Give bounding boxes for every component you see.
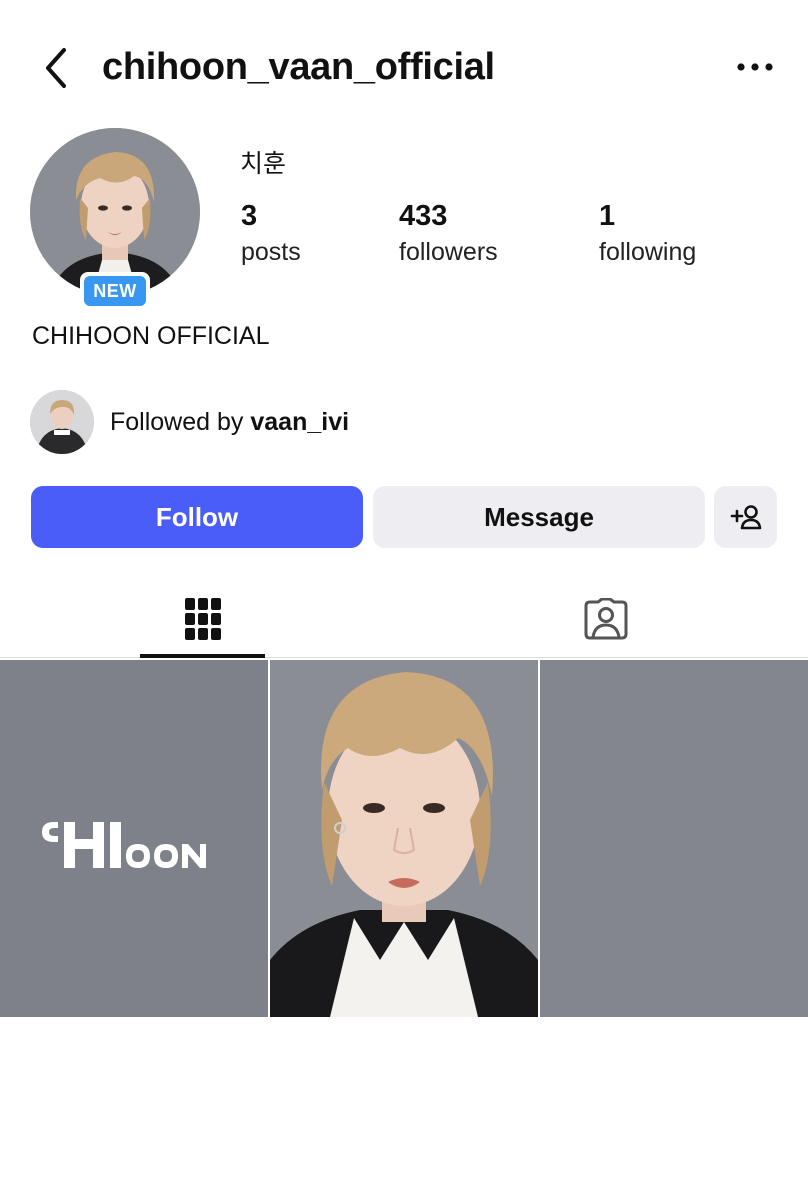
tab-posts-grid[interactable] xyxy=(140,580,265,658)
chihoon-logo xyxy=(42,822,206,868)
more-horizontal-icon xyxy=(737,63,773,71)
stat-value: 1 xyxy=(599,200,616,232)
new-badge-label: NEW xyxy=(84,276,146,306)
post-thumbnail[interactable] xyxy=(540,660,808,1017)
active-tab-indicator xyxy=(140,654,265,658)
profile-username: chihoon_vaan_official xyxy=(102,46,495,88)
follower-photo xyxy=(30,390,94,454)
posts-grid xyxy=(0,660,808,1017)
display-name: 치훈 xyxy=(240,150,287,178)
post-thumbnail[interactable] xyxy=(270,660,538,1017)
stat-followers[interactable]: 433 followers xyxy=(399,200,498,272)
stat-posts[interactable]: 3 posts xyxy=(241,200,301,272)
stat-value: 3 xyxy=(241,200,258,232)
stat-following[interactable]: 1 following xyxy=(599,200,696,272)
portrait-photo xyxy=(270,660,538,1017)
profile-tabs xyxy=(0,580,808,658)
avatar xyxy=(30,128,200,296)
tab-tagged[interactable] xyxy=(543,580,668,658)
profile-bio: CHIHOON OFFICIAL xyxy=(32,322,270,350)
followed-by-prefix: Followed by xyxy=(110,407,244,436)
follower-avatar xyxy=(30,390,94,454)
add-person-icon xyxy=(730,505,761,530)
stat-label: followers xyxy=(399,238,498,266)
followed-by-text: Followed by vaan_ivi xyxy=(110,408,349,437)
stat-label: following xyxy=(599,238,697,266)
stat-label: posts xyxy=(241,238,301,266)
top-bar: chihoon_vaan_official xyxy=(0,0,808,130)
follow-button[interactable]: Follow xyxy=(31,486,363,548)
profile-photo xyxy=(30,128,200,296)
message-button[interactable]: Message xyxy=(373,486,705,548)
more-options-button[interactable] xyxy=(730,52,780,82)
followed-by-username[interactable]: vaan_ivi xyxy=(250,408,349,436)
stat-value: 433 xyxy=(399,200,448,232)
tagged-person-icon xyxy=(584,598,627,640)
new-badge: NEW xyxy=(80,272,150,310)
grid-icon xyxy=(184,598,221,640)
back-button[interactable] xyxy=(36,44,76,92)
suggest-user-button[interactable] xyxy=(714,486,777,548)
post-thumbnail[interactable] xyxy=(0,660,268,1017)
chevron-left-icon xyxy=(46,48,66,88)
followed-by[interactable]: Followed by vaan_ivi xyxy=(30,390,349,454)
